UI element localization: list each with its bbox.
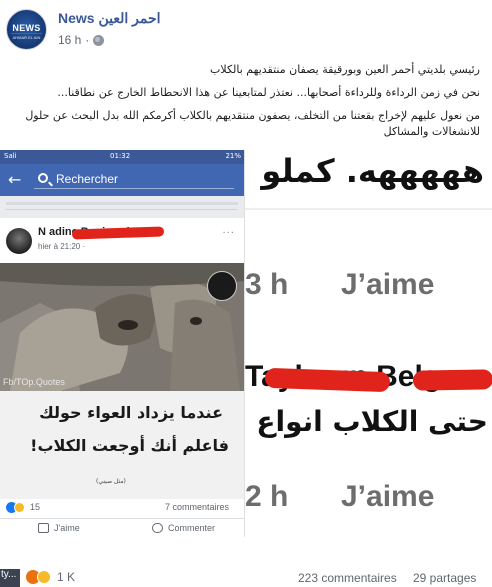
haha-reaction-icon — [14, 502, 25, 513]
inner-post: N adine Bouizen l hier à 21:20 · ··· Fb/… — [0, 218, 244, 537]
phone-status-bar: Sali 01:32 21% — [0, 150, 244, 164]
inner-like-label: J'aime — [54, 523, 80, 533]
meta-dot: · — [85, 33, 90, 47]
comment-time: 3 h — [245, 268, 289, 301]
thumbs-up-icon — [38, 523, 49, 533]
feed-separator — [0, 196, 244, 218]
comment-like-label: J’aime — [341, 268, 435, 301]
post-timestamp[interactable]: 16 h — [58, 33, 81, 47]
quote-line: فاعلم أنك أوجعت الكلاب! — [30, 436, 229, 455]
comment-text-laugh: هههههه. كملو — [261, 152, 484, 190]
inner-reaction-count: 15 — [30, 502, 41, 512]
page-logo-badge — [207, 271, 237, 301]
avatar-logo-sub: AHMAR EL AIN — [12, 35, 41, 40]
more-options-icon: ··· — [222, 228, 235, 239]
post-image-left[interactable]: Sali 01:32 21% ← Rechercher N adine Boui… — [0, 150, 245, 537]
page-avatar[interactable]: NEWS AHMAR EL AIN — [6, 9, 47, 50]
comment-like-label: J’aime — [341, 480, 435, 513]
reaction-count[interactable]: 1 K — [57, 570, 75, 584]
comment-divider — [245, 208, 492, 210]
share-count-link[interactable]: 29 partages — [413, 571, 476, 585]
redaction-mark — [71, 226, 165, 240]
post-image-right[interactable]: هههههه. كملو 3 h J’aime Tayboun Belges ح… — [245, 150, 492, 537]
quote-box: عندما يزداد العواء حولك فاعلم أنك أوجعت … — [0, 391, 244, 499]
inner-comment-label: Commenter — [168, 523, 216, 533]
post-text-line: رئيسي بلديتي أحمر العين وبورقيقة يصفان م… — [210, 63, 480, 76]
back-arrow-icon: ← — [8, 170, 22, 189]
separator-line — [6, 209, 238, 210]
post-footer: ty... 1 K 223 commentaires 29 partages — [0, 565, 492, 587]
quote-attribution: (مثل صيني) — [96, 478, 126, 485]
inner-timestamp: hier à 21:20 · — [38, 242, 86, 251]
comment-text-dogs: حتى الكلاب انواع — [256, 405, 488, 438]
post-header: NEWS AHMAR EL AIN News احمر العين 16 h · — [0, 0, 492, 58]
footer-tag: ty... — [0, 569, 20, 587]
post-text: رئيسي بلديتي أحمر العين وبورقيقة يصفان م… — [10, 62, 480, 147]
haha-reaction-icon[interactable] — [37, 570, 51, 584]
fb-search-bar: ← Rechercher — [0, 164, 244, 196]
comment-time: 2 h — [245, 480, 289, 513]
search-input: Rechercher — [34, 171, 234, 189]
comment-bubble-icon — [152, 523, 163, 533]
inner-avatar — [6, 228, 32, 254]
globe-icon[interactable] — [93, 34, 105, 46]
avatar-logo-bar — [11, 33, 42, 34]
battery-level: 21% — [225, 152, 241, 160]
inner-action-bar: J'aime Commenter — [0, 518, 244, 537]
post-text-line: نحن في زمن الرداءة وللرداءة أصحابها... ن… — [57, 86, 480, 99]
search-icon — [38, 173, 48, 183]
status-time: 01:32 — [110, 152, 131, 160]
redaction-mark — [412, 369, 492, 391]
carrier-label: Sali — [4, 152, 17, 160]
quote-line: عندما يزداد العواء حولك — [39, 403, 223, 422]
image-watermark: Fb/TOp.Quotes — [3, 377, 65, 387]
search-placeholder: Rechercher — [56, 172, 119, 186]
post-text-line: من نعول عليهم لإخراج بقعتنا من التخلف، ي… — [25, 109, 480, 138]
page-name-link[interactable]: News احمر العين — [58, 10, 161, 27]
comment-count-link[interactable]: 223 commentaires — [298, 571, 397, 585]
inner-comment-count: 7 commentaires — [164, 502, 229, 512]
post-meta: 16 h · — [58, 33, 105, 47]
avatar-logo-word: NEWS — [12, 23, 41, 33]
separator-line — [6, 202, 238, 205]
wolves-photo: Fb/TOp.Quotes — [0, 263, 244, 391]
inner-reaction-stats: 15 7 commentaires — [0, 499, 244, 517]
